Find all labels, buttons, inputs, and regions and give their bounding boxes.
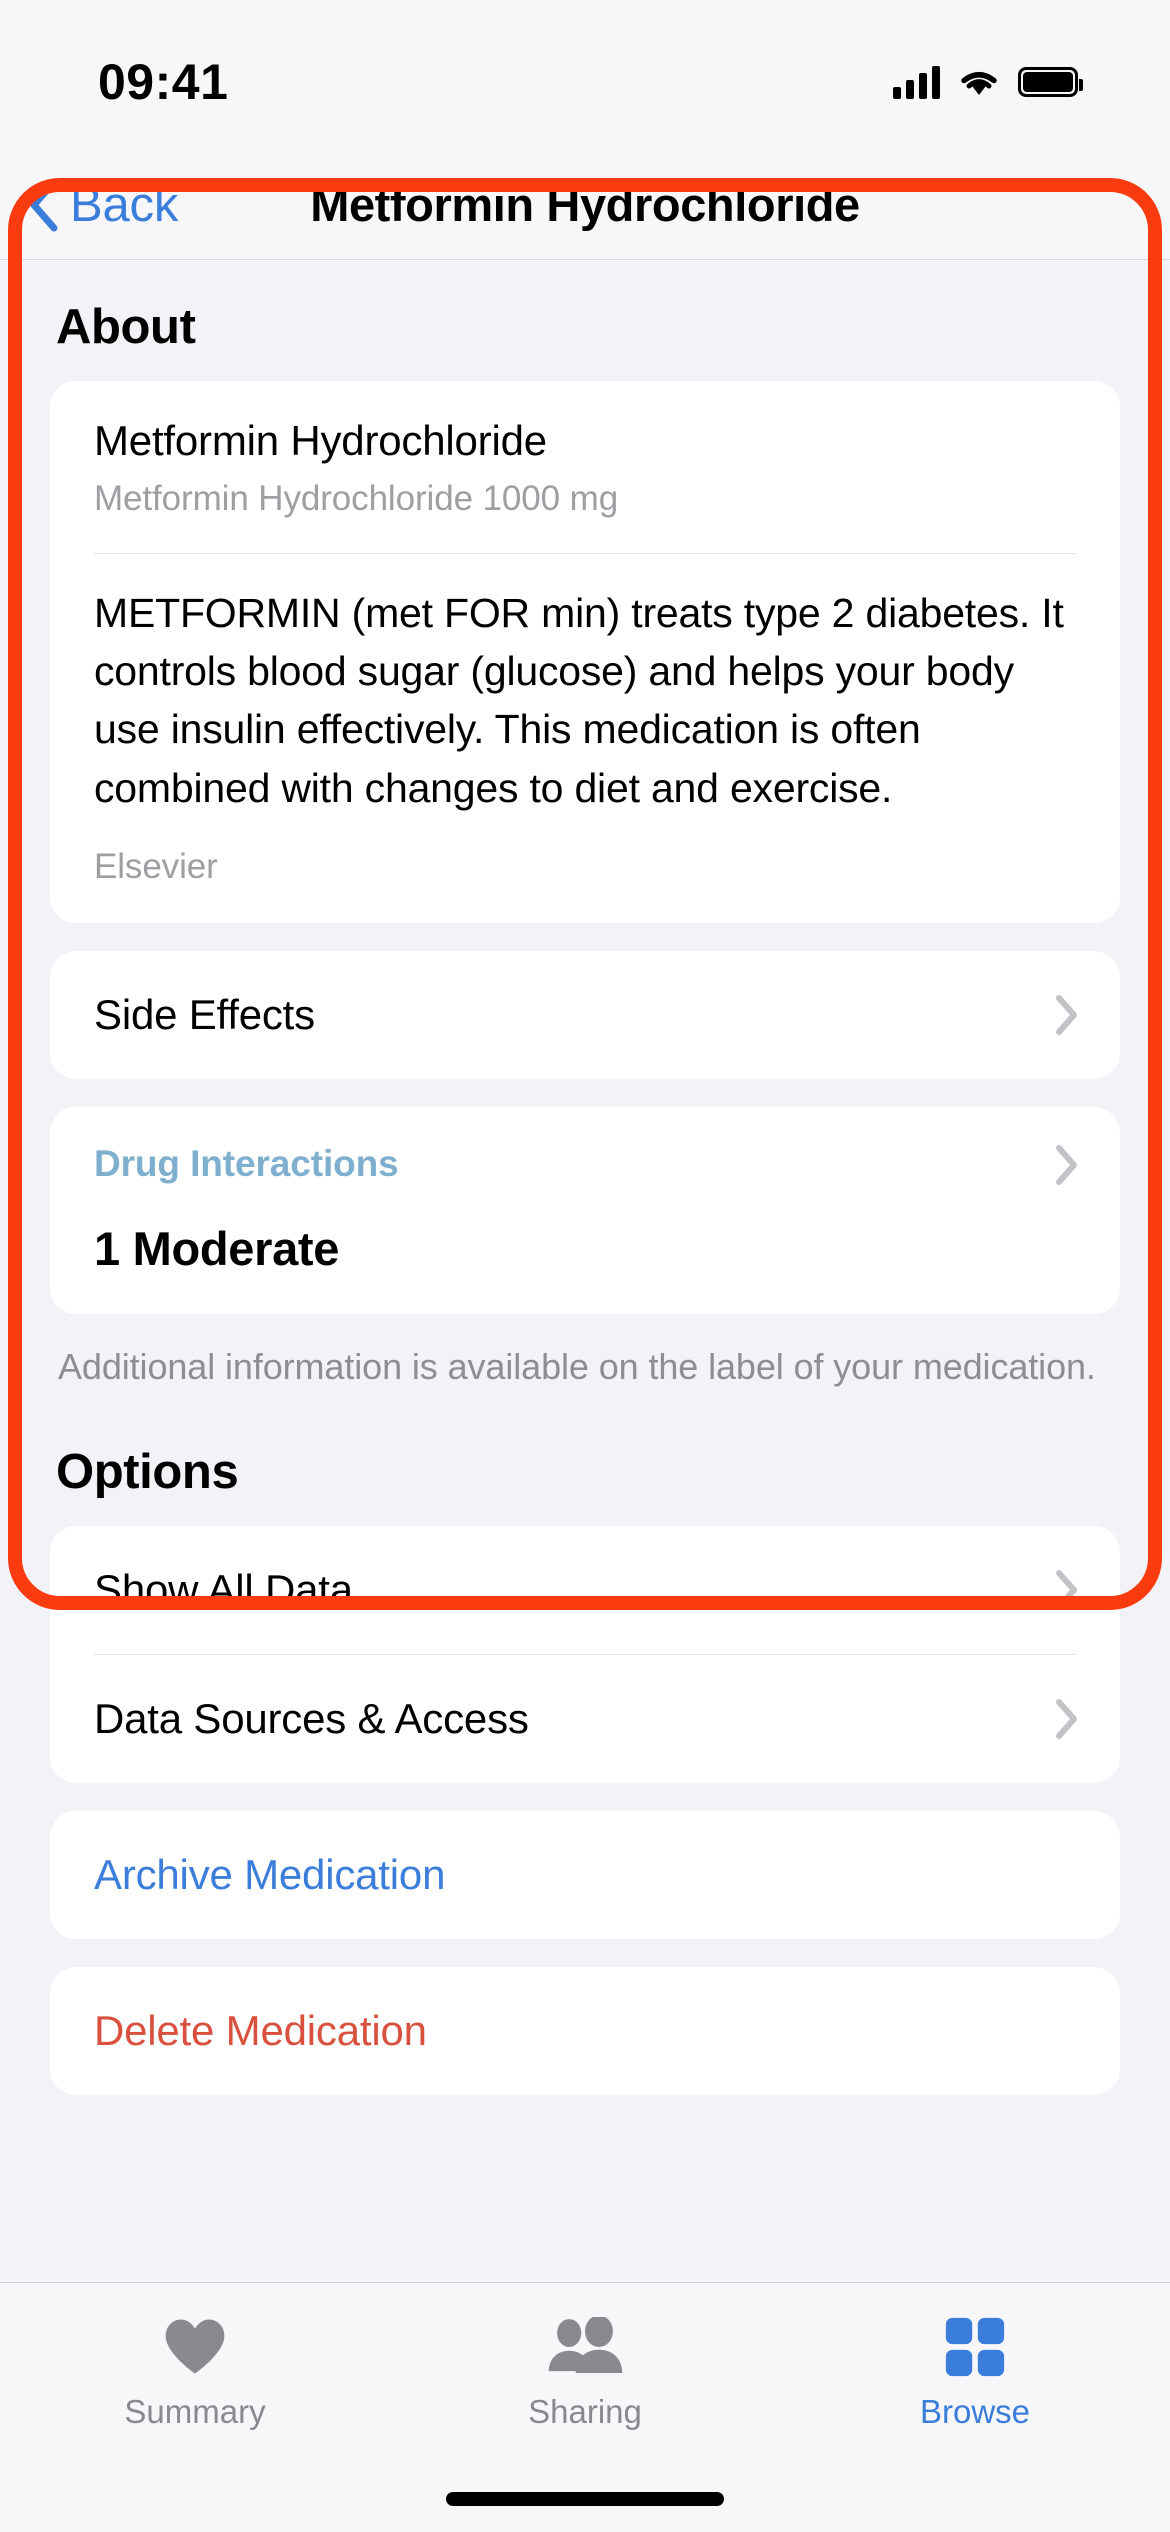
archive-medication-label: Archive Medication — [94, 1851, 446, 1899]
delete-medication-card[interactable]: Delete Medication — [50, 1967, 1120, 2096]
chevron-right-icon — [1054, 1143, 1080, 1187]
tab-browse-label: Browse — [919, 2393, 1031, 2430]
heart-icon — [162, 2311, 228, 2383]
tab-summary-label: Summary — [124, 2393, 266, 2430]
back-button-label: Back — [70, 177, 179, 232]
medication-strength: Metformin Hydrochloride 1000 mg — [94, 479, 619, 518]
drug-interactions-row[interactable]: Drug Interactions 1 Moderate — [50, 1107, 1120, 1314]
side-effects-card[interactable]: Side Effects — [50, 950, 1120, 1079]
home-indicator[interactable] — [446, 2492, 724, 2506]
archive-medication-card[interactable]: Archive Medication — [50, 1811, 1120, 1940]
status-bar-time: 09:41 — [98, 54, 229, 110]
about-section-header: About — [56, 300, 196, 354]
scroll-content[interactable]: About Metformin Hydrochloride Metformin … — [0, 261, 1170, 2282]
medication-info-card: Metformin Hydrochloride Metformin Hydroc… — [50, 381, 1120, 923]
chevron-right-icon — [1054, 993, 1080, 1037]
grid-squares-icon — [944, 2311, 1006, 2383]
signal-bars-icon — [893, 65, 940, 99]
medication-name: Metformin Hydrochloride — [94, 417, 547, 464]
drug-interactions-header: Drug Interactions — [94, 1143, 1080, 1187]
delete-medication-label: Delete Medication — [94, 2007, 427, 2055]
navigation-bar: Back Metformin Hydrochloride — [0, 150, 1170, 260]
drug-interactions-label[interactable]: Drug Interactions — [94, 1143, 399, 1185]
status-bar-indicators — [893, 65, 1083, 99]
drug-interactions-card[interactable]: Drug Interactions 1 Moderate — [50, 1106, 1120, 1314]
show-all-data-row[interactable]: Show All Data — [50, 1526, 1120, 1654]
medication-identity: Metformin Hydrochloride Metformin Hydroc… — [50, 381, 1120, 553]
archive-medication-row[interactable]: Archive Medication — [50, 1811, 1120, 1939]
options-section-header: Options — [56, 1445, 239, 1500]
phone-screen: 09:41 Back Metformin Hydrochloride About… — [0, 0, 1170, 2532]
tab-browse[interactable]: Browse — [780, 2283, 1170, 2532]
data-sources-access-label: Data Sources & Access — [94, 1695, 529, 1743]
tab-bar: Summary Sharing Browse — [0, 2282, 1170, 2532]
side-effects-row[interactable]: Side Effects — [50, 951, 1120, 1079]
medication-description: METFORMIN (met FOR min) treats type 2 di… — [94, 590, 1064, 811]
tab-sharing-label: Sharing — [528, 2393, 642, 2430]
tab-summary[interactable]: Summary — [0, 2283, 390, 2532]
about-footnote: Additional information is available on t… — [58, 1345, 1096, 1387]
status-bar: 09:41 — [0, 0, 1170, 150]
delete-medication-row[interactable]: Delete Medication — [50, 1967, 1120, 2095]
people-icon — [545, 2311, 625, 2383]
back-button[interactable]: Back — [26, 177, 178, 233]
show-all-data-label: Show All Data — [94, 1566, 353, 1614]
medication-source-attribution: Elsevier — [94, 846, 218, 886]
data-sources-access-row[interactable]: Data Sources & Access — [50, 1655, 1120, 1783]
chevron-left-icon — [26, 177, 60, 233]
battery-icon — [1018, 67, 1083, 97]
drug-interactions-count: 1 Moderate — [94, 1221, 340, 1275]
wifi-icon — [958, 66, 1000, 98]
side-effects-label: Side Effects — [94, 990, 315, 1038]
chevron-right-icon — [1054, 1568, 1080, 1612]
chevron-right-icon — [1054, 1697, 1080, 1741]
options-card: Show All Data Data Sources & Access — [50, 1526, 1120, 1784]
